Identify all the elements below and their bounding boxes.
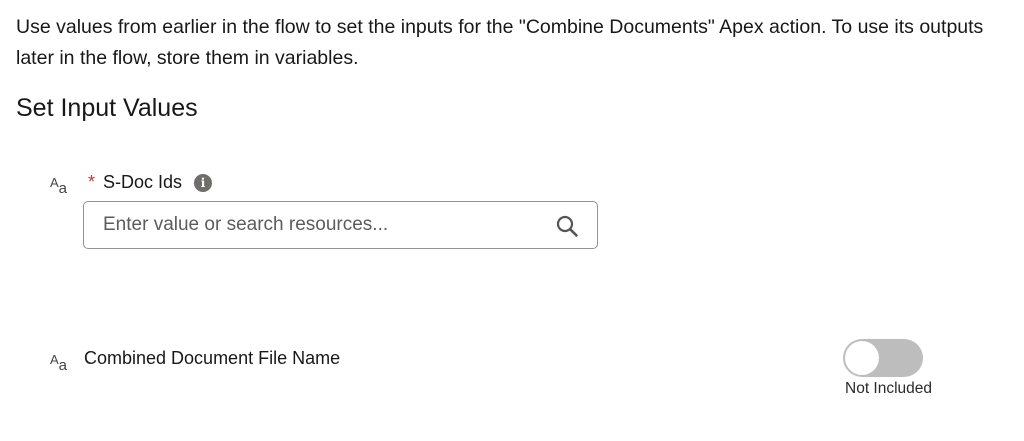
text-type-icon: Aa bbox=[50, 175, 68, 197]
section-title: Set Input Values bbox=[16, 94, 198, 122]
include-toggle[interactable] bbox=[843, 339, 923, 377]
toggle-knob[interactable] bbox=[845, 341, 879, 375]
search-icon[interactable] bbox=[555, 214, 579, 238]
toggle-status-label: Not Included bbox=[845, 380, 933, 397]
text-type-icon: Aa bbox=[50, 352, 68, 374]
sdoc-ids-input[interactable] bbox=[103, 202, 533, 248]
required-marker: * bbox=[88, 172, 96, 192]
sdoc-ids-label-row: * S-Doc Ids bbox=[88, 172, 213, 193]
combined-file-name-label-row: Combined Document File Name bbox=[84, 348, 340, 369]
sdoc-ids-label: S-Doc Ids bbox=[103, 172, 183, 192]
combined-file-name-label: Combined Document File Name bbox=[84, 348, 341, 368]
intro-text: Use values from earlier in the flow to s… bbox=[16, 16, 984, 69]
sdoc-ids-field bbox=[83, 201, 598, 249]
info-icon[interactable] bbox=[194, 173, 213, 192]
